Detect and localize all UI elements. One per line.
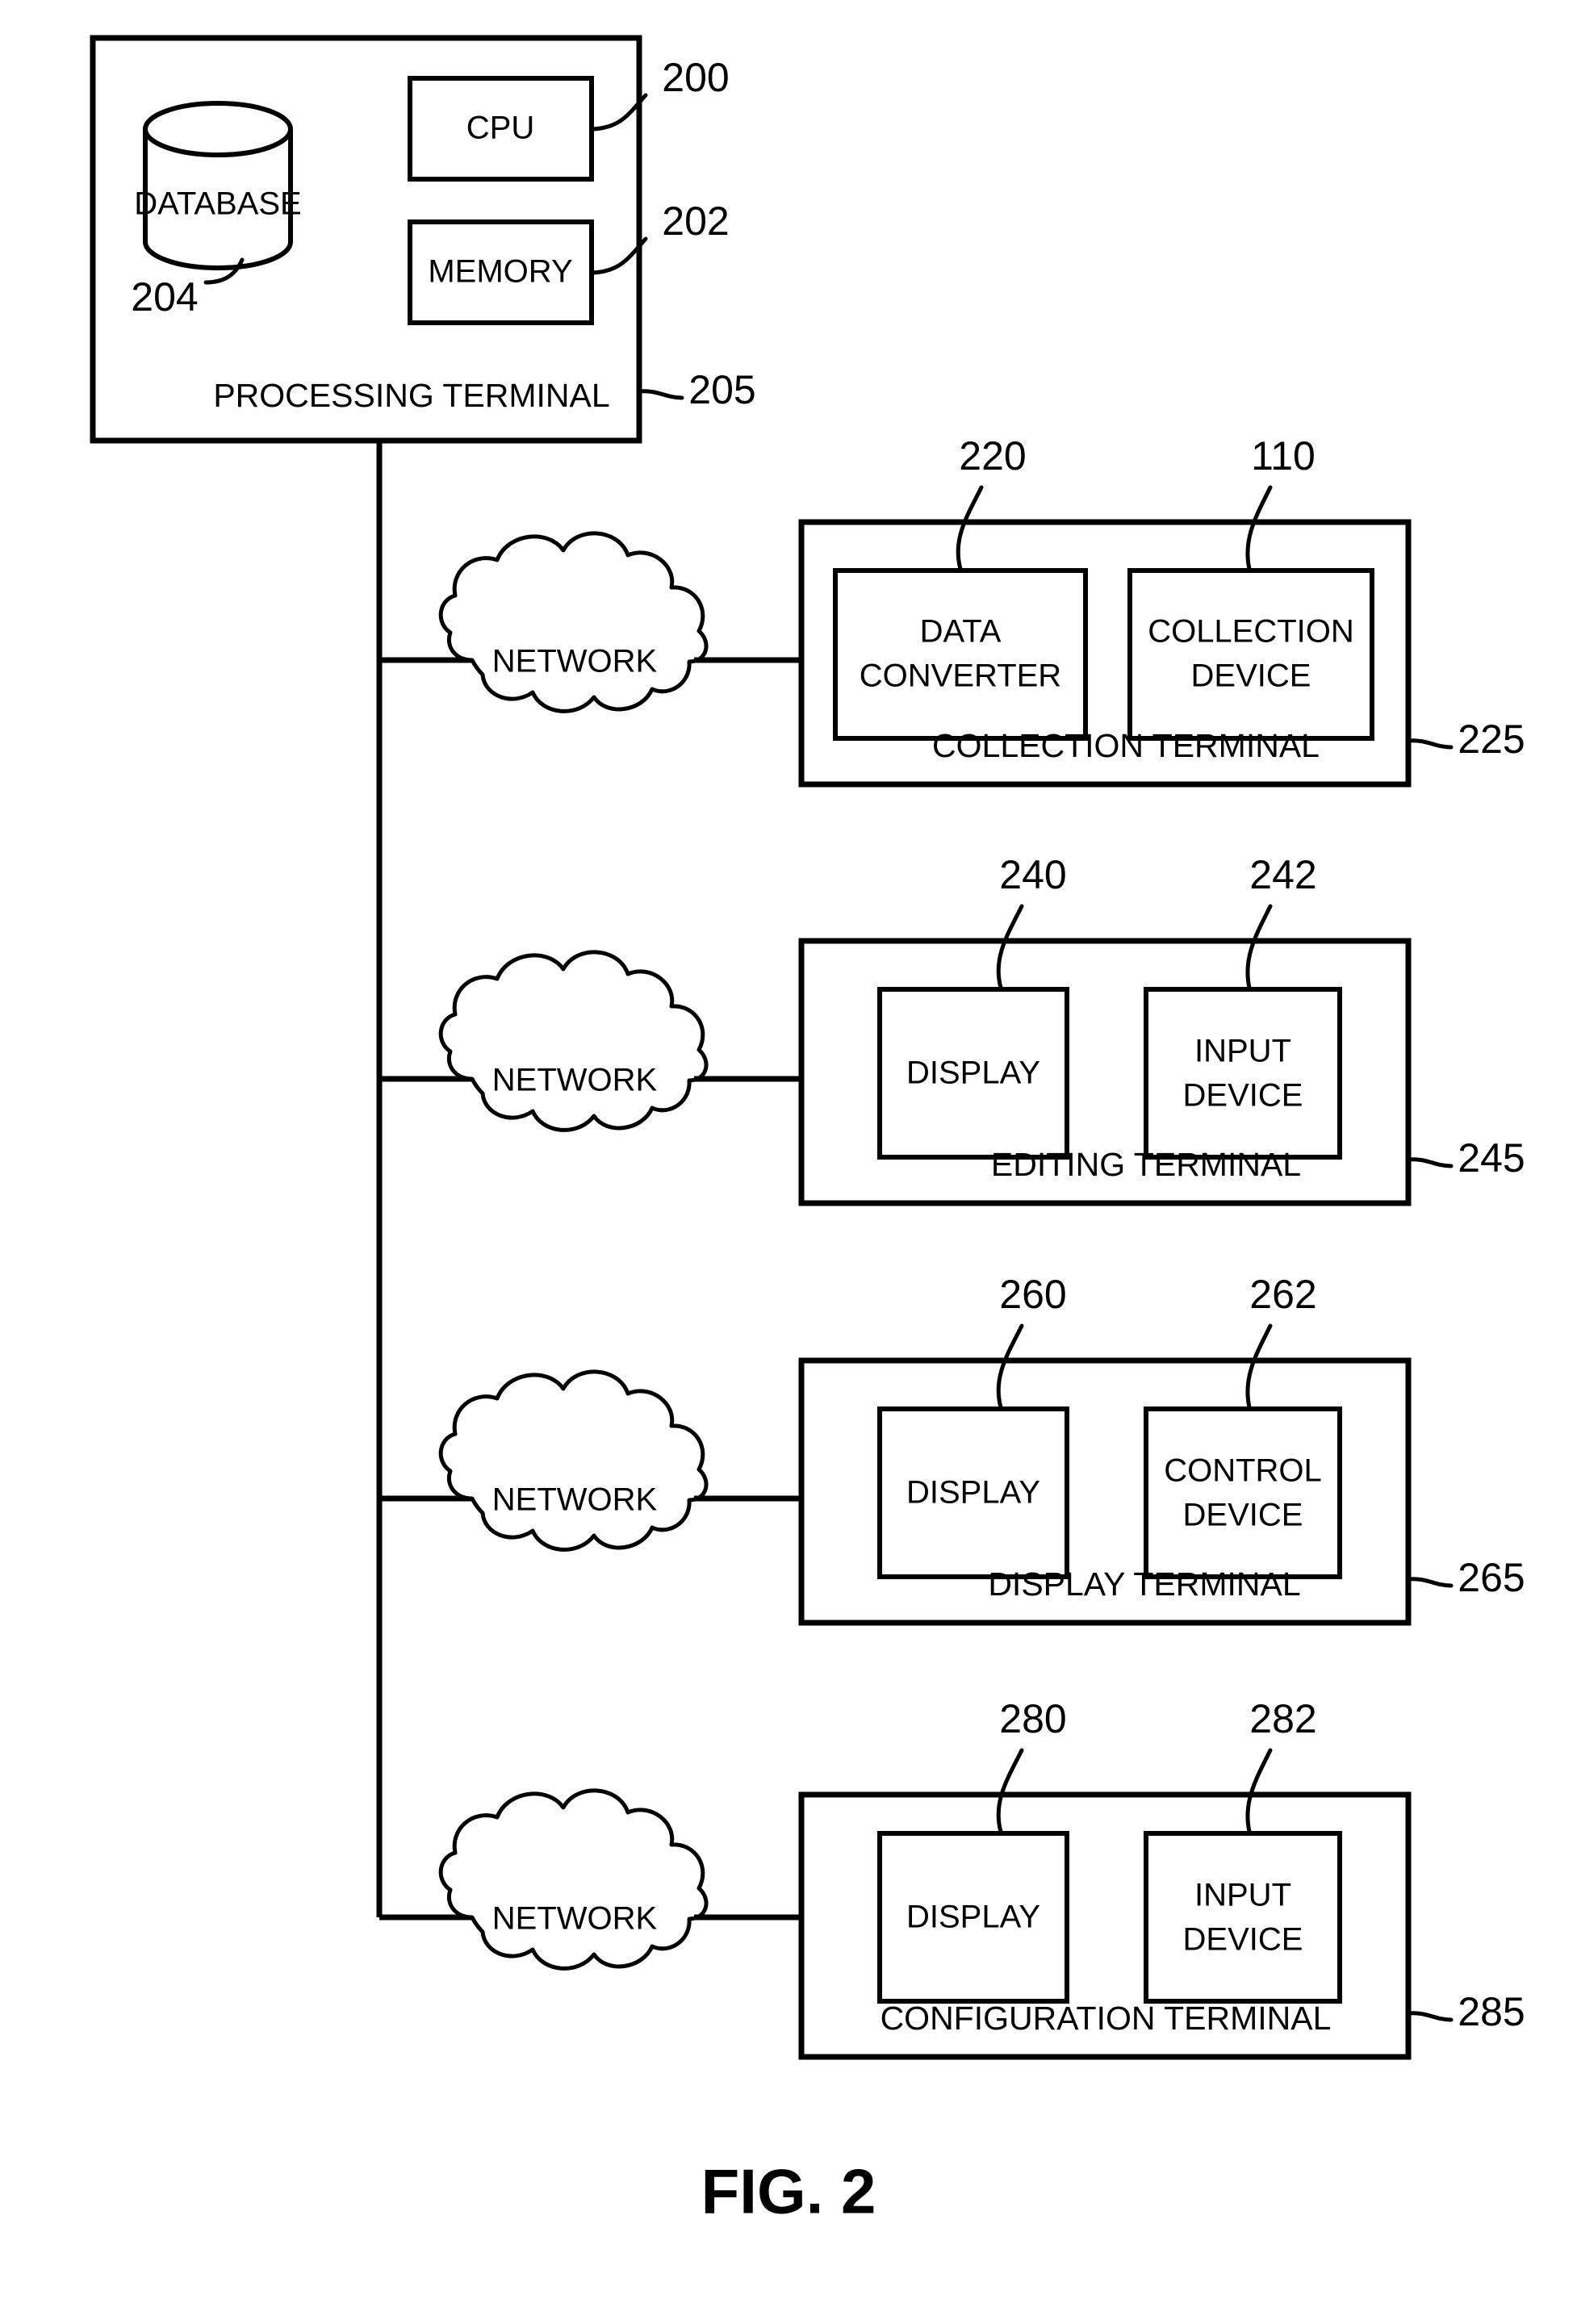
configuration-display-label-line1: DISPLAY [906, 1900, 1040, 1935]
leader-line-240 [996, 904, 1024, 990]
network-cloud-3-icon [438, 1369, 709, 1552]
ref-260: 260 [999, 1272, 1066, 1317]
leader-line-205 [637, 389, 684, 400]
ref-204: 204 [131, 274, 198, 320]
diagram-canvas: DATABASE 204 CPU 200 MEMORY 202 PROCESSI… [90, 35, 1525, 2227]
configuration-input-device-label-line2: DEVICE [1183, 1922, 1303, 1958]
leader-line-265 [1406, 1577, 1454, 1588]
editing-terminal-label: EDITING TERMINAL [991, 1146, 1301, 1183]
configuration-input-device-box [1144, 1831, 1342, 2004]
processing-terminal-label: PROCESSING TERMINAL [213, 377, 609, 414]
collection-device-label-line1: COLLECTION [1148, 614, 1354, 650]
network-3-group: NETWORK [379, 1369, 801, 1552]
configuration-input-device-label-line1: INPUT [1194, 1878, 1291, 1913]
control-device-label-line1: CONTROL [1164, 1453, 1322, 1489]
leader-line-262 [1245, 1323, 1273, 1410]
network-cloud-2-icon [438, 950, 709, 1132]
ref-280: 280 [999, 1696, 1066, 1741]
editing-terminal-group: DISPLAY 240 INPUT DEVICE 242 EDITING TER… [798, 852, 1525, 1206]
data-converter-box [833, 568, 1088, 741]
figure-caption: FIG. 2 [701, 2156, 876, 2227]
control-device-box [1144, 1407, 1342, 1579]
collection-device-box [1127, 568, 1374, 741]
display-terminal-group: DISPLAY 260 CONTROL DEVICE 262 DISPLAY T… [798, 1272, 1525, 1626]
ref-245: 245 [1458, 1135, 1525, 1181]
leader-line-110 [1245, 485, 1273, 571]
collection-device-label-line2: DEVICE [1191, 658, 1311, 694]
configuration-terminal-label: CONFIGURATION TERMINAL [881, 2000, 1332, 2037]
ref-205: 205 [688, 367, 755, 412]
leader-line-285 [1406, 2011, 1454, 2022]
control-device-label-line2: DEVICE [1183, 1498, 1303, 1533]
ref-240: 240 [999, 852, 1066, 897]
ref-110: 110 [1251, 433, 1316, 479]
network-3-label: NETWORK [492, 1482, 658, 1518]
patent-figure-2: DATABASE 204 CPU 200 MEMORY 202 PROCESSI… [0, 0, 1577, 2324]
display-terminal-display-label-line1: DISPLAY [906, 1475, 1040, 1511]
ref-285: 285 [1458, 1989, 1525, 2034]
editing-input-device-box [1144, 987, 1342, 1160]
ref-282: 282 [1249, 1696, 1316, 1741]
configuration-terminal-group: DISPLAY 280 INPUT DEVICE 282 CONFIGURATI… [798, 1696, 1525, 2060]
leader-line-282 [1245, 1748, 1273, 1834]
ref-225: 225 [1458, 717, 1525, 762]
network-1-label: NETWORK [492, 644, 658, 679]
ref-262: 262 [1249, 1272, 1316, 1317]
database-label: DATABASE [134, 186, 301, 222]
display-terminal-label: DISPLAY TERMINAL [988, 1565, 1300, 1603]
network-cloud-4-icon [438, 1788, 709, 1971]
ref-202: 202 [662, 199, 729, 244]
editing-display-label-line1: DISPLAY [906, 1055, 1040, 1091]
collection-terminal-label: COLLECTION TERMINAL [932, 727, 1320, 764]
network-2-group: NETWORK [379, 950, 801, 1132]
data-converter-label-line2: CONVERTER [860, 658, 1061, 694]
leader-line-245 [1406, 1157, 1454, 1168]
leader-line-280 [996, 1748, 1024, 1834]
network-2-label: NETWORK [492, 1063, 658, 1098]
leader-line-260 [996, 1323, 1024, 1410]
processing-terminal-group: DATABASE 204 CPU 200 MEMORY 202 PROCESSI… [90, 35, 756, 444]
ref-265: 265 [1458, 1555, 1525, 1600]
collection-terminal-group: DATA CONVERTER 220 COLLECTION DEVICE 110… [798, 433, 1525, 788]
ref-242: 242 [1249, 852, 1316, 897]
leader-line-225 [1406, 738, 1454, 750]
leader-line-220 [956, 485, 984, 571]
ref-220: 220 [959, 433, 1026, 479]
network-cloud-1-icon [438, 531, 709, 713]
network-4-group: NETWORK [379, 1788, 801, 1971]
data-converter-label-line1: DATA [920, 614, 1002, 650]
network-4-label: NETWORK [492, 1901, 658, 1937]
memory-label: MEMORY [428, 254, 572, 290]
editing-input-device-label-line1: INPUT [1194, 1034, 1291, 1069]
editing-input-device-label-line2: DEVICE [1183, 1078, 1303, 1114]
cpu-label: CPU [466, 111, 534, 146]
ref-200: 200 [662, 55, 729, 100]
network-1-group: NETWORK [379, 531, 801, 713]
leader-line-242 [1245, 904, 1273, 990]
